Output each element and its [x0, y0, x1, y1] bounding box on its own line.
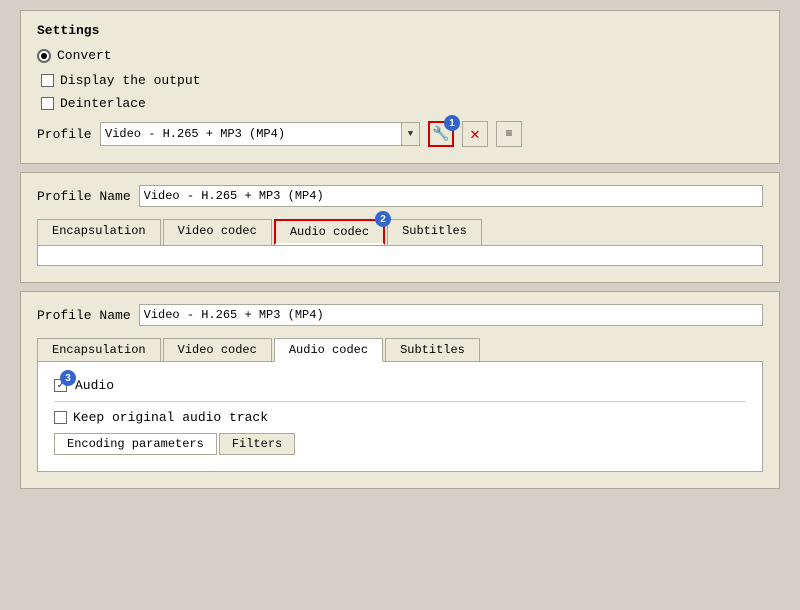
deinterlace-row[interactable]: Deinterlace	[41, 96, 763, 111]
audio-checkbox[interactable]: 3	[54, 379, 67, 392]
settings-title: Settings	[37, 23, 763, 38]
tab-video-codec-1[interactable]: Video codec	[163, 219, 272, 245]
keep-original-label: Keep original audio track	[73, 410, 268, 425]
list-icon: ≡	[505, 127, 512, 141]
deinterlace-label: Deinterlace	[60, 96, 146, 111]
audio-section: 3 Audio Keep original audio track Encodi…	[46, 370, 754, 463]
tab-content-2: 3 Audio Keep original audio track Encodi…	[37, 362, 763, 472]
tab-content-1	[37, 246, 763, 266]
keep-original-checkbox[interactable]	[54, 411, 67, 424]
tabs-row-1: Encapsulation Video codec Audio codec 2 …	[37, 219, 763, 246]
audio-label: Audio	[75, 378, 114, 393]
tab-encapsulation-2[interactable]: Encapsulation	[37, 338, 161, 361]
profile-dropdown-arrow[interactable]	[402, 122, 420, 146]
keep-original-row: Keep original audio track	[54, 410, 746, 425]
profile-select-wrapper: Video - H.265 + MP3 (MP4) Video - H.264 …	[100, 122, 420, 146]
close-icon: ✕	[470, 124, 480, 144]
tab-encapsulation-1[interactable]: Encapsulation	[37, 219, 161, 245]
profile-name-row-2: Profile Name	[37, 304, 763, 326]
convert-radio-row[interactable]: Convert	[37, 48, 763, 63]
filters-tab[interactable]: Filters	[219, 433, 295, 455]
profile-name-input-1[interactable]	[139, 185, 763, 207]
tab-subtitles-2[interactable]: Subtitles	[385, 338, 480, 361]
list-button[interactable]: ≡	[496, 121, 522, 147]
tab-video-codec-2[interactable]: Video codec	[163, 338, 272, 361]
close-button[interactable]: ✕	[462, 121, 488, 147]
profile-editor-2: Profile Name Encapsulation Video codec A…	[20, 291, 780, 489]
audio-header: 3 Audio	[54, 378, 746, 402]
audio-checkbox-badge: 3	[60, 370, 76, 386]
convert-label: Convert	[57, 48, 112, 63]
profile-name-input-2[interactable]	[139, 304, 763, 326]
profile-name-row-1: Profile Name	[37, 185, 763, 207]
encoding-parameters-tab[interactable]: Encoding parameters	[54, 433, 217, 455]
tab-audio-codec-2[interactable]: Audio codec	[274, 338, 383, 362]
tab-subtitles-1[interactable]: Subtitles	[387, 219, 482, 245]
audio-tab-badge: 2	[375, 211, 391, 227]
display-output-checkbox[interactable]	[41, 74, 54, 87]
deinterlace-checkbox[interactable]	[41, 97, 54, 110]
wrench-button[interactable]: 🔧 1	[428, 121, 454, 147]
profile-editor-1: Profile Name Encapsulation Video codec A…	[20, 172, 780, 283]
settings-panel: Settings Convert Display the output Dein…	[20, 10, 780, 164]
profile-label: Profile	[37, 127, 92, 142]
profile-select[interactable]: Video - H.265 + MP3 (MP4) Video - H.264 …	[100, 122, 402, 146]
tabs-row-2: Encapsulation Video codec Audio codec Su…	[37, 338, 763, 362]
display-output-label: Display the output	[60, 73, 200, 88]
wrench-badge: 1	[444, 115, 460, 131]
display-output-row[interactable]: Display the output	[41, 73, 763, 88]
encoding-tabs-row: Encoding parameters Filters	[54, 433, 746, 455]
profile-name-label-2: Profile Name	[37, 308, 131, 323]
profile-row: Profile Video - H.265 + MP3 (MP4) Video …	[37, 121, 763, 147]
convert-radio[interactable]	[37, 49, 51, 63]
profile-name-label-1: Profile Name	[37, 189, 131, 204]
tab-audio-codec-1[interactable]: Audio codec 2	[274, 219, 385, 245]
